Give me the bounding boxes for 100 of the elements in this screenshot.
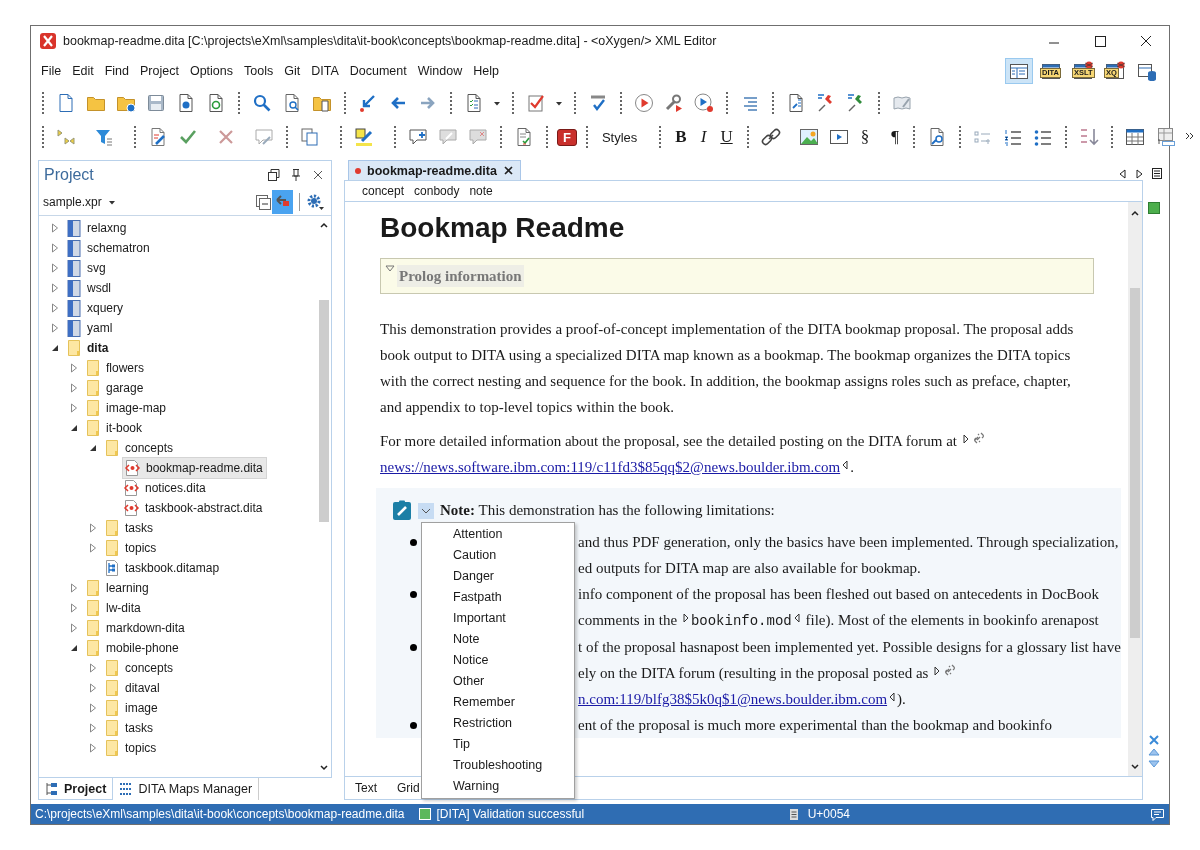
expand-arrow-icon[interactable] [70, 623, 78, 633]
image-icon[interactable] [798, 127, 819, 147]
tree-item[interactable]: yaml [65, 317, 116, 339]
search-icon[interactable] [252, 93, 272, 113]
editor-mode-tab[interactable]: Text [345, 777, 387, 799]
menu-item[interactable]: File [36, 61, 67, 81]
document-tree-icon[interactable] [786, 93, 806, 113]
scroll-up-icon[interactable] [1130, 208, 1140, 218]
editor-tab[interactable]: bookmap-readme.dita [348, 160, 521, 180]
tree-item[interactable]: bookmap-readme.dita [122, 457, 267, 479]
scroll-down-icon[interactable] [1130, 762, 1140, 772]
new-file-icon[interactable] [56, 93, 76, 113]
file-search-icon[interactable] [282, 93, 302, 113]
wrench-play-icon[interactable] [664, 93, 684, 113]
editor-perspective-button[interactable] [1005, 58, 1033, 84]
next-icon[interactable] [1148, 758, 1160, 770]
menu-item[interactable]: Remember [422, 692, 574, 713]
tree-item[interactable]: concepts [103, 658, 177, 678]
scroll-up-icon[interactable] [319, 220, 329, 230]
restore-icon[interactable] [267, 168, 281, 182]
scrollbar[interactable] [1128, 202, 1142, 776]
comment-edit-icon[interactable] [254, 127, 274, 147]
breadcrumb-item[interactable]: concept [359, 184, 408, 198]
tree-item[interactable]: xquery [65, 297, 127, 319]
menu-item[interactable]: Edit [67, 61, 99, 81]
validate-icon[interactable] [526, 93, 546, 113]
debug-play-icon[interactable] [694, 93, 714, 113]
play-icon[interactable] [634, 93, 654, 113]
tree-item[interactable]: tasks [103, 518, 156, 538]
expand-arrow-icon[interactable] [89, 703, 97, 713]
menu-item[interactable]: Attention [422, 524, 574, 545]
expand-arrow-icon[interactable] [89, 663, 97, 673]
tree-item[interactable]: wsdl [65, 277, 114, 299]
tree-item[interactable]: image [103, 698, 161, 718]
note-type-dropdown[interactable] [418, 502, 434, 519]
menu-item[interactable]: Project [135, 61, 184, 81]
sort-icon[interactable] [1078, 127, 1099, 147]
expand-arrow-icon[interactable] [70, 383, 78, 393]
menu-item[interactable]: DITA [306, 61, 344, 81]
menu-item[interactable]: Git [279, 61, 306, 81]
expand-arrow-icon[interactable] [51, 303, 59, 313]
caret-icon[interactable] [493, 99, 501, 107]
tree-item[interactable]: topics [103, 538, 160, 558]
copy-icon[interactable] [300, 127, 320, 147]
menu-item[interactable]: Danger [422, 566, 574, 587]
paragraph-button[interactable]: ¶ [886, 125, 904, 149]
breadcrumb-item[interactable]: note [466, 184, 496, 198]
collapse-arrow-icon[interactable] [70, 644, 78, 652]
tree-item[interactable]: taskbook-abstract.dita [122, 498, 266, 518]
scroll-down-icon[interactable] [319, 763, 329, 773]
settings-icon[interactable] [306, 193, 325, 211]
collapse-arrow-icon[interactable] [51, 344, 59, 352]
save-icon[interactable] [146, 93, 166, 113]
numbered-list-icon[interactable] [1002, 127, 1023, 147]
font-button[interactable]: F [557, 128, 577, 146]
link[interactable]: news://news.software.ibm.com:119/c11fd3$85qq$2@news.boulder.ibm.com [380, 459, 841, 475]
video-icon[interactable] [828, 127, 849, 147]
expand-arrow-icon[interactable] [51, 323, 59, 333]
link-icon[interactable] [760, 127, 781, 147]
styles-dropdown[interactable]: Styles [596, 127, 643, 147]
expand-arrow-icon[interactable] [51, 223, 59, 233]
menu-item[interactable]: Document [344, 61, 412, 81]
tree-item[interactable]: dita [65, 338, 112, 358]
menu-item[interactable]: Warning [422, 776, 574, 797]
pin-icon[interactable] [289, 168, 303, 182]
tree-item[interactable]: garage [84, 378, 147, 398]
menu-item[interactable]: Important [422, 608, 574, 629]
file-refresh-icon[interactable] [206, 93, 226, 113]
tree-item[interactable]: taskbook.ditamap [103, 558, 223, 578]
clear-icon[interactable] [1148, 734, 1160, 746]
menu-item[interactable]: Restriction [422, 713, 574, 734]
tree-item[interactable]: image-map [84, 398, 170, 418]
link[interactable]: n.com:119/blfg38$5k0q$1@news.boulder.ibm.com [578, 691, 888, 707]
menu-item[interactable]: Options [184, 61, 239, 81]
expand-arrow-icon[interactable] [51, 283, 59, 293]
menu-item[interactable]: Other [422, 671, 574, 692]
edit-document-icon[interactable] [148, 127, 168, 147]
previous-tab-icon[interactable] [1117, 167, 1128, 180]
link-with-editor-icon[interactable] [274, 192, 291, 209]
highlight-icon[interactable] [354, 127, 374, 147]
expand-arrow-icon[interactable] [51, 243, 59, 253]
file-globe-icon[interactable] [176, 93, 196, 113]
expand-arrow-icon[interactable] [70, 603, 78, 613]
close-icon[interactable] [1138, 33, 1154, 49]
menu-item[interactable]: Help [468, 61, 504, 81]
underline-button[interactable]: U [715, 125, 738, 149]
panel-tab[interactable]: DITA Maps Manager [113, 778, 260, 800]
tab-list-icon[interactable] [1151, 167, 1163, 180]
collapse-arrow-icon[interactable] [89, 444, 97, 452]
panel-tab[interactable]: Project [38, 778, 114, 800]
close-icon[interactable] [311, 168, 325, 182]
tree-item[interactable]: ditaval [103, 678, 163, 698]
expand-arrow-icon[interactable] [70, 363, 78, 373]
tree-item[interactable]: schematron [65, 237, 153, 259]
spell-check-icon[interactable] [588, 93, 608, 113]
expand-arrow-icon[interactable] [89, 743, 97, 753]
italic-button[interactable]: I [695, 125, 712, 149]
expand-arrow-icon[interactable] [89, 683, 97, 693]
add-comment-icon[interactable] [408, 127, 428, 147]
menu-item[interactable]: Notice [422, 650, 574, 671]
